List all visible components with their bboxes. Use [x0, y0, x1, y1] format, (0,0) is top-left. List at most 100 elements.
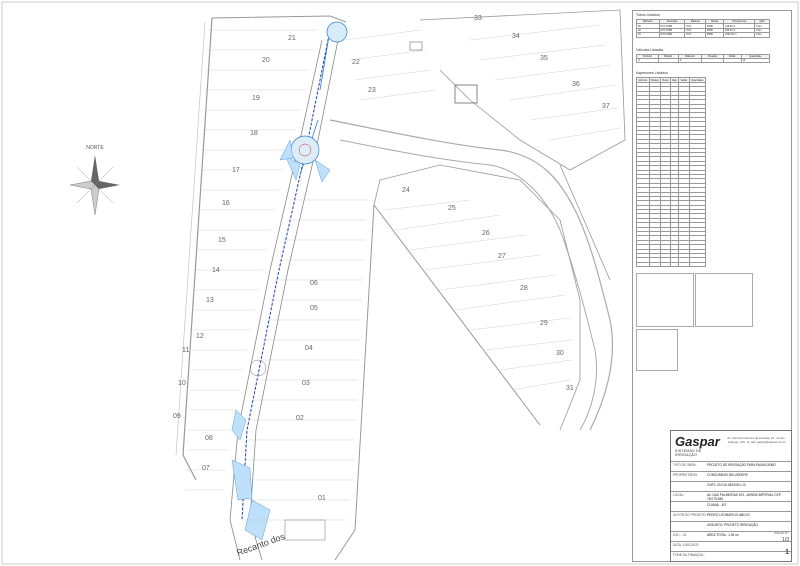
quadra-label: 04	[305, 345, 313, 352]
valves-title: Válvulas Listadas	[636, 47, 664, 52]
quadra-label: 36	[572, 81, 580, 88]
quadra-label: 30	[556, 350, 564, 357]
table-cell: 1"	[677, 57, 703, 64]
compass-rose-icon	[69, 155, 120, 216]
sector-boundary-2	[373, 204, 541, 426]
quadra-label: 18	[250, 130, 258, 137]
table-cell	[688, 261, 707, 268]
title-block-label: AUTOR DO PROJETO:	[673, 513, 707, 517]
table-cell	[722, 57, 742, 64]
table-row	[636, 261, 707, 268]
title-block-value: PROJETO DE IRRIGAÇÃO PARA PAISAGISMO	[707, 463, 776, 467]
title-block-value: CNPJ: 00.016.083/0001-10	[707, 483, 746, 487]
building-clubhouse	[284, 519, 326, 541]
quadra-label: 23	[368, 87, 376, 94]
quadra-label: 37	[602, 103, 610, 110]
table-cell	[701, 57, 724, 64]
quadra-label: 35	[540, 55, 548, 62]
quadra-label: 28	[520, 285, 528, 292]
title-block-value: AV. DAS PALMEIRAS 870, JARDIM IMPERIAL C…	[707, 493, 782, 501]
quadra-label: 20	[262, 57, 270, 64]
table-cell	[678, 261, 690, 268]
table-cell: PVC	[684, 32, 706, 38]
brand-name: Gaspar	[675, 434, 720, 449]
detail-drawing-3	[636, 329, 678, 371]
quadra-label: 29	[540, 320, 548, 327]
quadra-label: 08	[205, 435, 213, 442]
quadra-label: 01	[318, 495, 326, 502]
table-cell: 1000.00 m	[723, 32, 756, 38]
quadra-label: 22	[352, 59, 360, 66]
table-cell: PN80	[704, 32, 725, 38]
quadra-label: 34	[512, 33, 520, 40]
quadra-label: 12	[196, 333, 204, 340]
title-block-value: ASSUNTO: PROJETO IRRIGAÇÃO	[707, 523, 758, 527]
quadra-label: 14	[212, 267, 220, 274]
building-small	[409, 41, 423, 51]
building-court	[454, 84, 478, 104]
title-block-label: TIPO DE OBRA:	[673, 463, 697, 467]
valves-table: Símbolo Modelo Diâmetro Pressão Vazão Quantid…	[636, 53, 771, 64]
quadra-label: 19	[252, 95, 260, 102]
boundary-west	[182, 17, 213, 481]
north-label: NORTE	[86, 145, 104, 151]
table-cell: Tubo	[754, 32, 770, 38]
quadra-labels-mid: 22 23 24 25 26 27 28 29 30 31	[352, 59, 574, 392]
sprinklers-title: Aspersores Listados	[636, 71, 668, 76]
sector-boundary	[373, 164, 581, 431]
title-block-label: LOCAL:	[673, 493, 685, 497]
boundary-left	[211, 15, 347, 23]
company-address: Av. Coronel Frederico de Andrade, 91 · C…	[727, 436, 787, 444]
quadra-label: 31	[566, 385, 574, 392]
title-block-label: FONE DA FINANÇAL:	[673, 553, 705, 557]
quadra-label: 07	[202, 465, 210, 472]
title-block: Gaspar SISTEMAS DE IRRIGAÇÃO Av. Coronel…	[670, 430, 792, 562]
title-block-label: ESC.: 1/1	[673, 533, 687, 537]
brand-subtitle: SISTEMAS DE IRRIGAÇÃO	[675, 449, 702, 457]
quadra-label: 25	[448, 205, 456, 212]
sheet-number: 1	[785, 549, 789, 556]
sheet-count: 1/3	[782, 537, 789, 543]
table-cell	[657, 57, 679, 64]
quadra-label: 11	[182, 347, 189, 354]
quadra-label: 03	[302, 380, 310, 387]
table-cell	[669, 261, 680, 268]
detail-drawing-1	[636, 273, 694, 327]
sprinklers-table: Símbolo Modelo Bocal Raio Vazão Quantidade	[636, 77, 707, 268]
quadra-label: 27	[498, 253, 506, 260]
table-row: ⊘ 1" 12	[636, 57, 771, 64]
quadra-label: 05	[310, 305, 318, 312]
tubes-table: Diâmetro Descrição Material Classe Comprimen…	[636, 18, 770, 38]
quadra-label: 16	[222, 200, 230, 207]
quadra-label: 15	[218, 237, 226, 244]
river	[329, 119, 613, 431]
title-block-label: PROPRIETÁRIO:	[673, 473, 698, 477]
tubes-title: Tubos Listados	[636, 13, 660, 17]
brand-logo: Gaspar SISTEMAS DE IRRIGAÇÃO	[675, 434, 720, 457]
quadra-label: 06	[310, 280, 318, 287]
title-block-value: CUIABÁ - MT	[707, 503, 727, 507]
table-cell	[636, 261, 650, 268]
table-row: 25 PVC PN80 PVC PN80 1000.00 m Tubo	[636, 32, 770, 38]
table-cell	[648, 261, 662, 268]
quadra-label: 33	[474, 15, 482, 22]
table-cell	[660, 261, 671, 268]
quadra-label: 10	[178, 380, 186, 387]
quadra-label: 02	[296, 415, 304, 422]
sheet-label: FOLHA N.º	[774, 531, 789, 535]
title-block-row: FONE DA FINANÇAL:	[671, 551, 791, 562]
table-cell: ⊘	[636, 57, 659, 64]
title-block-value: CONDOMINIO BELVEDERE	[707, 473, 748, 477]
quadra-labels-right: 33 34 35 36 37	[474, 15, 610, 110]
quadra-label: 24	[402, 187, 410, 194]
title-block-value: ÁREA TOTAL: 1.05 m²	[707, 533, 739, 537]
roundabout-north	[326, 21, 348, 43]
detail-drawing-2	[695, 273, 753, 327]
lot-grid	[185, 24, 621, 521]
table-cell: 12	[740, 57, 771, 64]
table-cell: 25	[636, 32, 660, 38]
quadra-label: 13	[206, 297, 214, 304]
quadra-label: 09	[173, 413, 181, 420]
right-sector-east	[559, 164, 611, 281]
quadra-label: 21	[288, 35, 296, 42]
